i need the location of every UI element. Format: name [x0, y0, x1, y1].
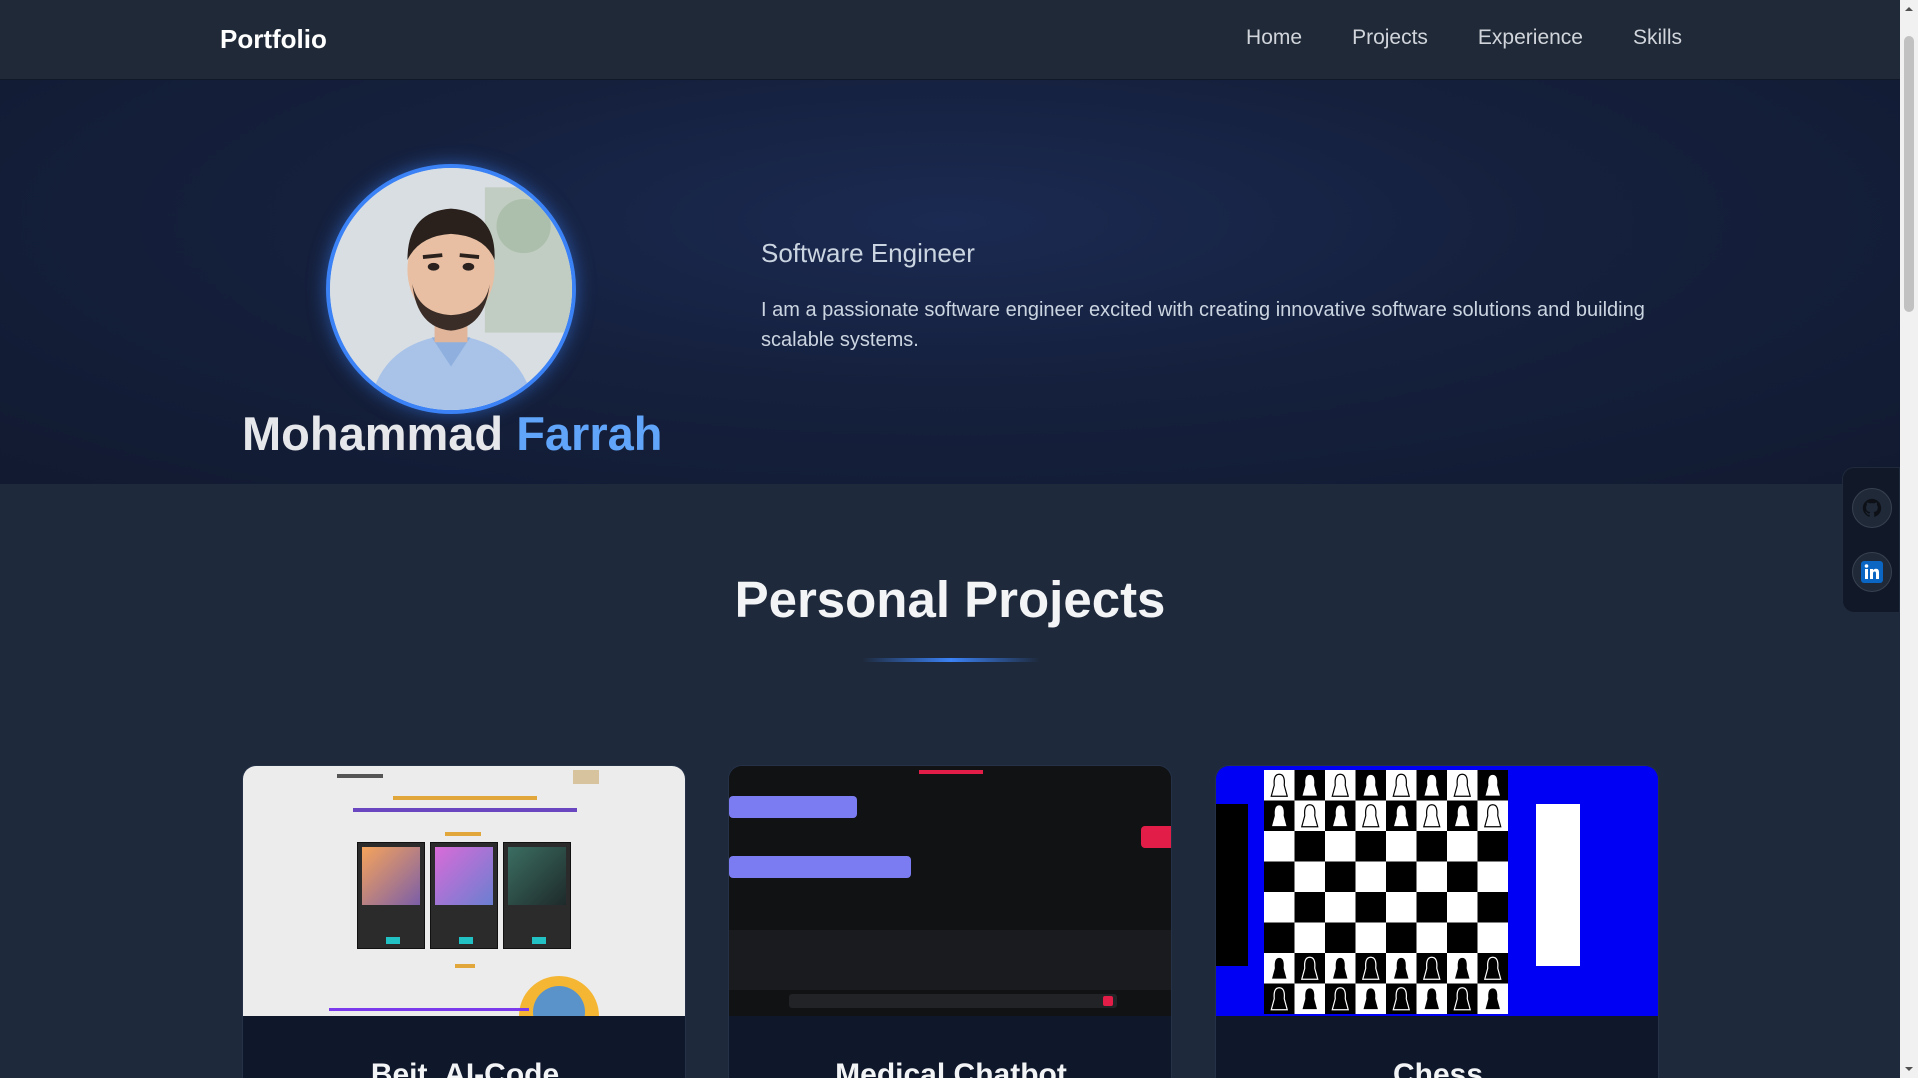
profile-photo: [330, 168, 572, 410]
nav-links: Home Projects Experience Skills: [1246, 26, 1682, 50]
nav-link-home[interactable]: Home: [1246, 26, 1302, 50]
project-card-chess[interactable]: Chess: [1215, 765, 1659, 1078]
hero-name-last: Farrah: [516, 407, 663, 460]
scroll-down-icon[interactable]: [1904, 1064, 1914, 1074]
hero-section: Mohammad Farrah Software Engineer I am a…: [0, 80, 1900, 484]
project-thumbnail: [729, 766, 1171, 1016]
project-card-title: Beit_AI-Code: [370, 1058, 560, 1078]
chessboard: [1264, 770, 1508, 1014]
project-card-title: Medical Chatbot: [835, 1058, 1067, 1078]
nav-link-skills[interactable]: Skills: [1633, 26, 1682, 50]
title-underline: [862, 658, 1040, 662]
hero-name-first: Mohammad: [242, 407, 504, 460]
scrollbar[interactable]: [1900, 0, 1918, 1078]
project-thumbnail: [1216, 766, 1658, 1016]
github-button[interactable]: [1852, 488, 1892, 528]
projects-section-title: Personal Projects: [734, 571, 1166, 628]
hero-name: Mohammad Farrah: [242, 406, 662, 461]
hero-bio: I am a passionate software engineer exci…: [761, 299, 1645, 351]
project-card-title: Chess: [1392, 1058, 1484, 1078]
scroll-up-icon[interactable]: [1904, 4, 1914, 14]
project-card-beit-ai-code[interactable]: Beit_AI-Code: [242, 765, 686, 1078]
profile-avatar: [326, 164, 576, 414]
github-icon: [1862, 498, 1882, 517]
page: Portfolio Home Projects Experience Skill…: [0, 0, 1918, 1078]
scroll-thumb[interactable]: [1904, 36, 1914, 312]
nav-link-experience[interactable]: Experience: [1478, 26, 1583, 50]
nav-link-projects[interactable]: Projects: [1352, 26, 1428, 50]
navbar: Portfolio Home Projects Experience Skill…: [0, 0, 1900, 80]
brand-logo[interactable]: Portfolio: [220, 24, 327, 55]
hero-role: Software Engineer: [761, 238, 975, 268]
project-card-medical-chatbot[interactable]: Medical Chatbot: [728, 765, 1172, 1078]
project-thumbnail: [243, 766, 685, 1016]
